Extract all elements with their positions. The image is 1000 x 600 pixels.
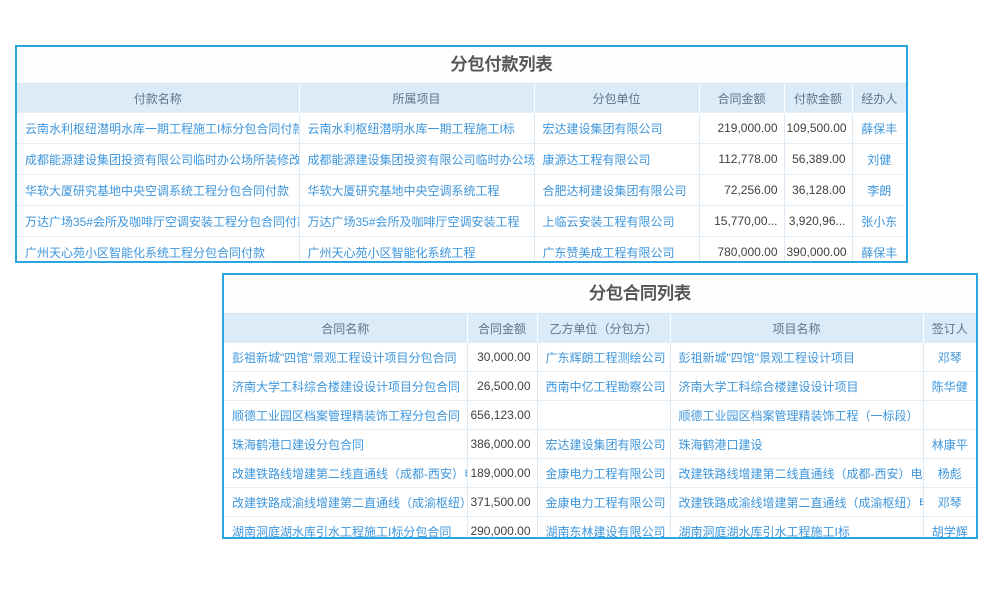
payment-name-cell[interactable]: 万达广场35#会所及咖啡厅空调安装工程分包合同付款	[17, 206, 299, 237]
column-header-contract-amount: 合同金额	[699, 84, 784, 113]
party-b-unit-cell[interactable]	[537, 401, 670, 430]
subcontract-unit-cell[interactable]: 上临云安装工程有限公司	[534, 206, 699, 237]
payment-amount-cell: 109,500.00	[784, 113, 852, 144]
column-header-contract-amount: 合同金额	[467, 314, 537, 343]
contract-amount-cell: 780,000.00	[699, 237, 784, 264]
project-name-cell[interactable]: 济南大学工科综合楼建设设计项目	[670, 372, 923, 401]
payment-amount-cell: 3,920,96...	[784, 206, 852, 237]
payment-amount-cell: 36,128.00	[784, 175, 852, 206]
handler-cell[interactable]: 薛保丰	[852, 237, 906, 264]
contract-table: 合同名称 合同金额 乙方单位（分包方） 项目名称 签订人 彭祖新城"四馆"景观工…	[224, 313, 976, 539]
table-row: 顺德工业园区档案管理精装饰工程分包合同656,123.00 顺德工业园区档案管理精…	[224, 401, 976, 430]
signer-cell[interactable]: 杨彪	[923, 459, 976, 488]
subcontract-unit-cell[interactable]: 广东赞美成工程有限公司	[534, 237, 699, 264]
signer-cell[interactable]	[923, 401, 976, 430]
party-b-unit-cell[interactable]: 金康电力工程有限公司	[537, 488, 670, 517]
column-header-project-name: 项目名称	[670, 314, 923, 343]
table-row: 万达广场35#会所及咖啡厅空调安装工程分包合同付款万达广场35#会所及咖啡厅空调…	[17, 206, 906, 237]
signer-cell[interactable]: 林康平	[923, 430, 976, 459]
project-name-cell[interactable]: 改建铁路线增建第二线直通线（成都-西安）电力线...	[670, 459, 923, 488]
handler-cell[interactable]: 张小东	[852, 206, 906, 237]
contract-amount-cell: 112,778.00	[699, 144, 784, 175]
payment-name-cell[interactable]: 成都能源建设集团投资有限公司临时办公场所装修改造...	[17, 144, 299, 175]
contract-amount-cell: 15,770,00...	[699, 206, 784, 237]
project-cell[interactable]: 广州天心苑小区智能化系统工程	[299, 237, 534, 264]
party-b-unit-cell[interactable]: 广东辉朗工程测绘公司	[537, 343, 670, 372]
payment-amount-cell: 390,000.00	[784, 237, 852, 264]
signer-cell[interactable]: 邓琴	[923, 488, 976, 517]
contract-amount-cell: 189,000.00	[467, 459, 537, 488]
contract-name-cell[interactable]: 改建铁路成渝线增建第二直通线（成渝枢纽）电力...	[224, 488, 467, 517]
payment-table: 付款名称 所属项目 分包单位 合同金额 付款金额 经办人 云南水利枢纽潜明水库一…	[17, 83, 906, 263]
contract-list-panel: 分包合同列表 合同名称 合同金额 乙方单位（分包方） 项目名称 签订人 彭祖新城…	[222, 273, 978, 539]
table-row: 广州天心苑小区智能化系统工程分包合同付款广州天心苑小区智能化系统工程广东赞美成工…	[17, 237, 906, 264]
payment-table-header-row: 付款名称 所属项目 分包单位 合同金额 付款金额 经办人	[17, 84, 906, 113]
handler-cell[interactable]: 刘健	[852, 144, 906, 175]
column-header-payment-name: 付款名称	[17, 84, 299, 113]
signer-cell[interactable]: 陈华健	[923, 372, 976, 401]
contract-list-title: 分包合同列表	[224, 275, 976, 313]
column-header-signer: 签订人	[923, 314, 976, 343]
contract-amount-cell: 72,256.00	[699, 175, 784, 206]
project-cell[interactable]: 成都能源建设集团投资有限公司临时办公场所...	[299, 144, 534, 175]
payment-list-title: 分包付款列表	[17, 47, 906, 83]
signer-cell[interactable]: 邓琴	[923, 343, 976, 372]
table-row: 彭祖新城"四馆"景观工程设计项目分包合同30,000.00广东辉朗工程测绘公司彭…	[224, 343, 976, 372]
contract-amount-cell: 656,123.00	[467, 401, 537, 430]
project-name-cell[interactable]: 改建铁路成渝线增建第二直通线（成渝枢纽）电力...	[670, 488, 923, 517]
party-b-unit-cell[interactable]: 湖南东林建设有限公司	[537, 517, 670, 540]
project-cell[interactable]: 华软大厦研究基地中央空调系统工程	[299, 175, 534, 206]
payment-name-cell[interactable]: 云南水利枢纽潜明水库一期工程施工I标分包合同付款	[17, 113, 299, 144]
contract-amount-cell: 371,500.00	[467, 488, 537, 517]
subcontract-unit-cell[interactable]: 合肥达柯建设集团有限公司	[534, 175, 699, 206]
party-b-unit-cell[interactable]: 宏达建设集团有限公司	[537, 430, 670, 459]
project-name-cell[interactable]: 珠海鹤港口建设	[670, 430, 923, 459]
contract-table-body: 彭祖新城"四馆"景观工程设计项目分包合同30,000.00广东辉朗工程测绘公司彭…	[224, 343, 976, 540]
contract-amount-cell: 386,000.00	[467, 430, 537, 459]
project-name-cell[interactable]: 顺德工业园区档案管理精装饰工程（一标段）	[670, 401, 923, 430]
payment-list-panel: 分包付款列表 付款名称 所属项目 分包单位 合同金额 付款金额 经办人 云南水利…	[15, 45, 908, 263]
contract-name-cell[interactable]: 湖南洞庭湖水库引水工程施工I标分包合同	[224, 517, 467, 540]
payment-amount-cell: 56,389.00	[784, 144, 852, 175]
signer-cell[interactable]: 胡学辉	[923, 517, 976, 540]
party-b-unit-cell[interactable]: 金康电力工程有限公司	[537, 459, 670, 488]
table-row: 改建铁路线增建第二线直通线（成都-西安）电力线...189,000.00金康电力…	[224, 459, 976, 488]
column-header-payment-amount: 付款金额	[784, 84, 852, 113]
table-row: 湖南洞庭湖水库引水工程施工I标分包合同290,000.00湖南东林建设有限公司湖…	[224, 517, 976, 540]
subcontract-unit-cell[interactable]: 宏达建设集团有限公司	[534, 113, 699, 144]
handler-cell[interactable]: 李朗	[852, 175, 906, 206]
column-header-handler: 经办人	[852, 84, 906, 113]
contract-name-cell[interactable]: 珠海鹤港口建设分包合同	[224, 430, 467, 459]
subcontract-unit-cell[interactable]: 康源达工程有限公司	[534, 144, 699, 175]
contract-name-cell[interactable]: 顺德工业园区档案管理精装饰工程分包合同	[224, 401, 467, 430]
table-row: 珠海鹤港口建设分包合同386,000.00宏达建设集团有限公司珠海鹤港口建设林康…	[224, 430, 976, 459]
contract-amount-cell: 30,000.00	[467, 343, 537, 372]
project-cell[interactable]: 云南水利枢纽潜明水库一期工程施工I标	[299, 113, 534, 144]
column-header-party-b-unit: 乙方单位（分包方）	[537, 314, 670, 343]
contract-name-cell[interactable]: 济南大学工科综合楼建设设计项目分包合同	[224, 372, 467, 401]
project-name-cell[interactable]: 彭祖新城"四馆"景观工程设计项目	[670, 343, 923, 372]
payment-name-cell[interactable]: 广州天心苑小区智能化系统工程分包合同付款	[17, 237, 299, 264]
contract-amount-cell: 290,000.00	[467, 517, 537, 540]
table-row: 改建铁路成渝线增建第二直通线（成渝枢纽）电力...371,500.00金康电力工…	[224, 488, 976, 517]
contract-table-header-row: 合同名称 合同金额 乙方单位（分包方） 项目名称 签订人	[224, 314, 976, 343]
column-header-contract-name: 合同名称	[224, 314, 467, 343]
column-header-project: 所属项目	[299, 84, 534, 113]
project-name-cell[interactable]: 湖南洞庭湖水库引水工程施工I标	[670, 517, 923, 540]
table-row: 济南大学工科综合楼建设设计项目分包合同26,500.00西南中亿工程勘察公司济南…	[224, 372, 976, 401]
payment-table-body: 云南水利枢纽潜明水库一期工程施工I标分包合同付款云南水利枢纽潜明水库一期工程施工…	[17, 113, 906, 264]
table-row: 云南水利枢纽潜明水库一期工程施工I标分包合同付款云南水利枢纽潜明水库一期工程施工…	[17, 113, 906, 144]
handler-cell[interactable]: 薛保丰	[852, 113, 906, 144]
contract-name-cell[interactable]: 彭祖新城"四馆"景观工程设计项目分包合同	[224, 343, 467, 372]
table-row: 华软大厦研究基地中央空调系统工程分包合同付款华软大厦研究基地中央空调系统工程合肥…	[17, 175, 906, 206]
column-header-subcontract-unit: 分包单位	[534, 84, 699, 113]
project-cell[interactable]: 万达广场35#会所及咖啡厅空调安装工程	[299, 206, 534, 237]
contract-name-cell[interactable]: 改建铁路线增建第二线直通线（成都-西安）电力线...	[224, 459, 467, 488]
party-b-unit-cell[interactable]: 西南中亿工程勘察公司	[537, 372, 670, 401]
contract-amount-cell: 219,000.00	[699, 113, 784, 144]
payment-name-cell[interactable]: 华软大厦研究基地中央空调系统工程分包合同付款	[17, 175, 299, 206]
contract-amount-cell: 26,500.00	[467, 372, 537, 401]
table-row: 成都能源建设集团投资有限公司临时办公场所装修改造...成都能源建设集团投资有限公…	[17, 144, 906, 175]
